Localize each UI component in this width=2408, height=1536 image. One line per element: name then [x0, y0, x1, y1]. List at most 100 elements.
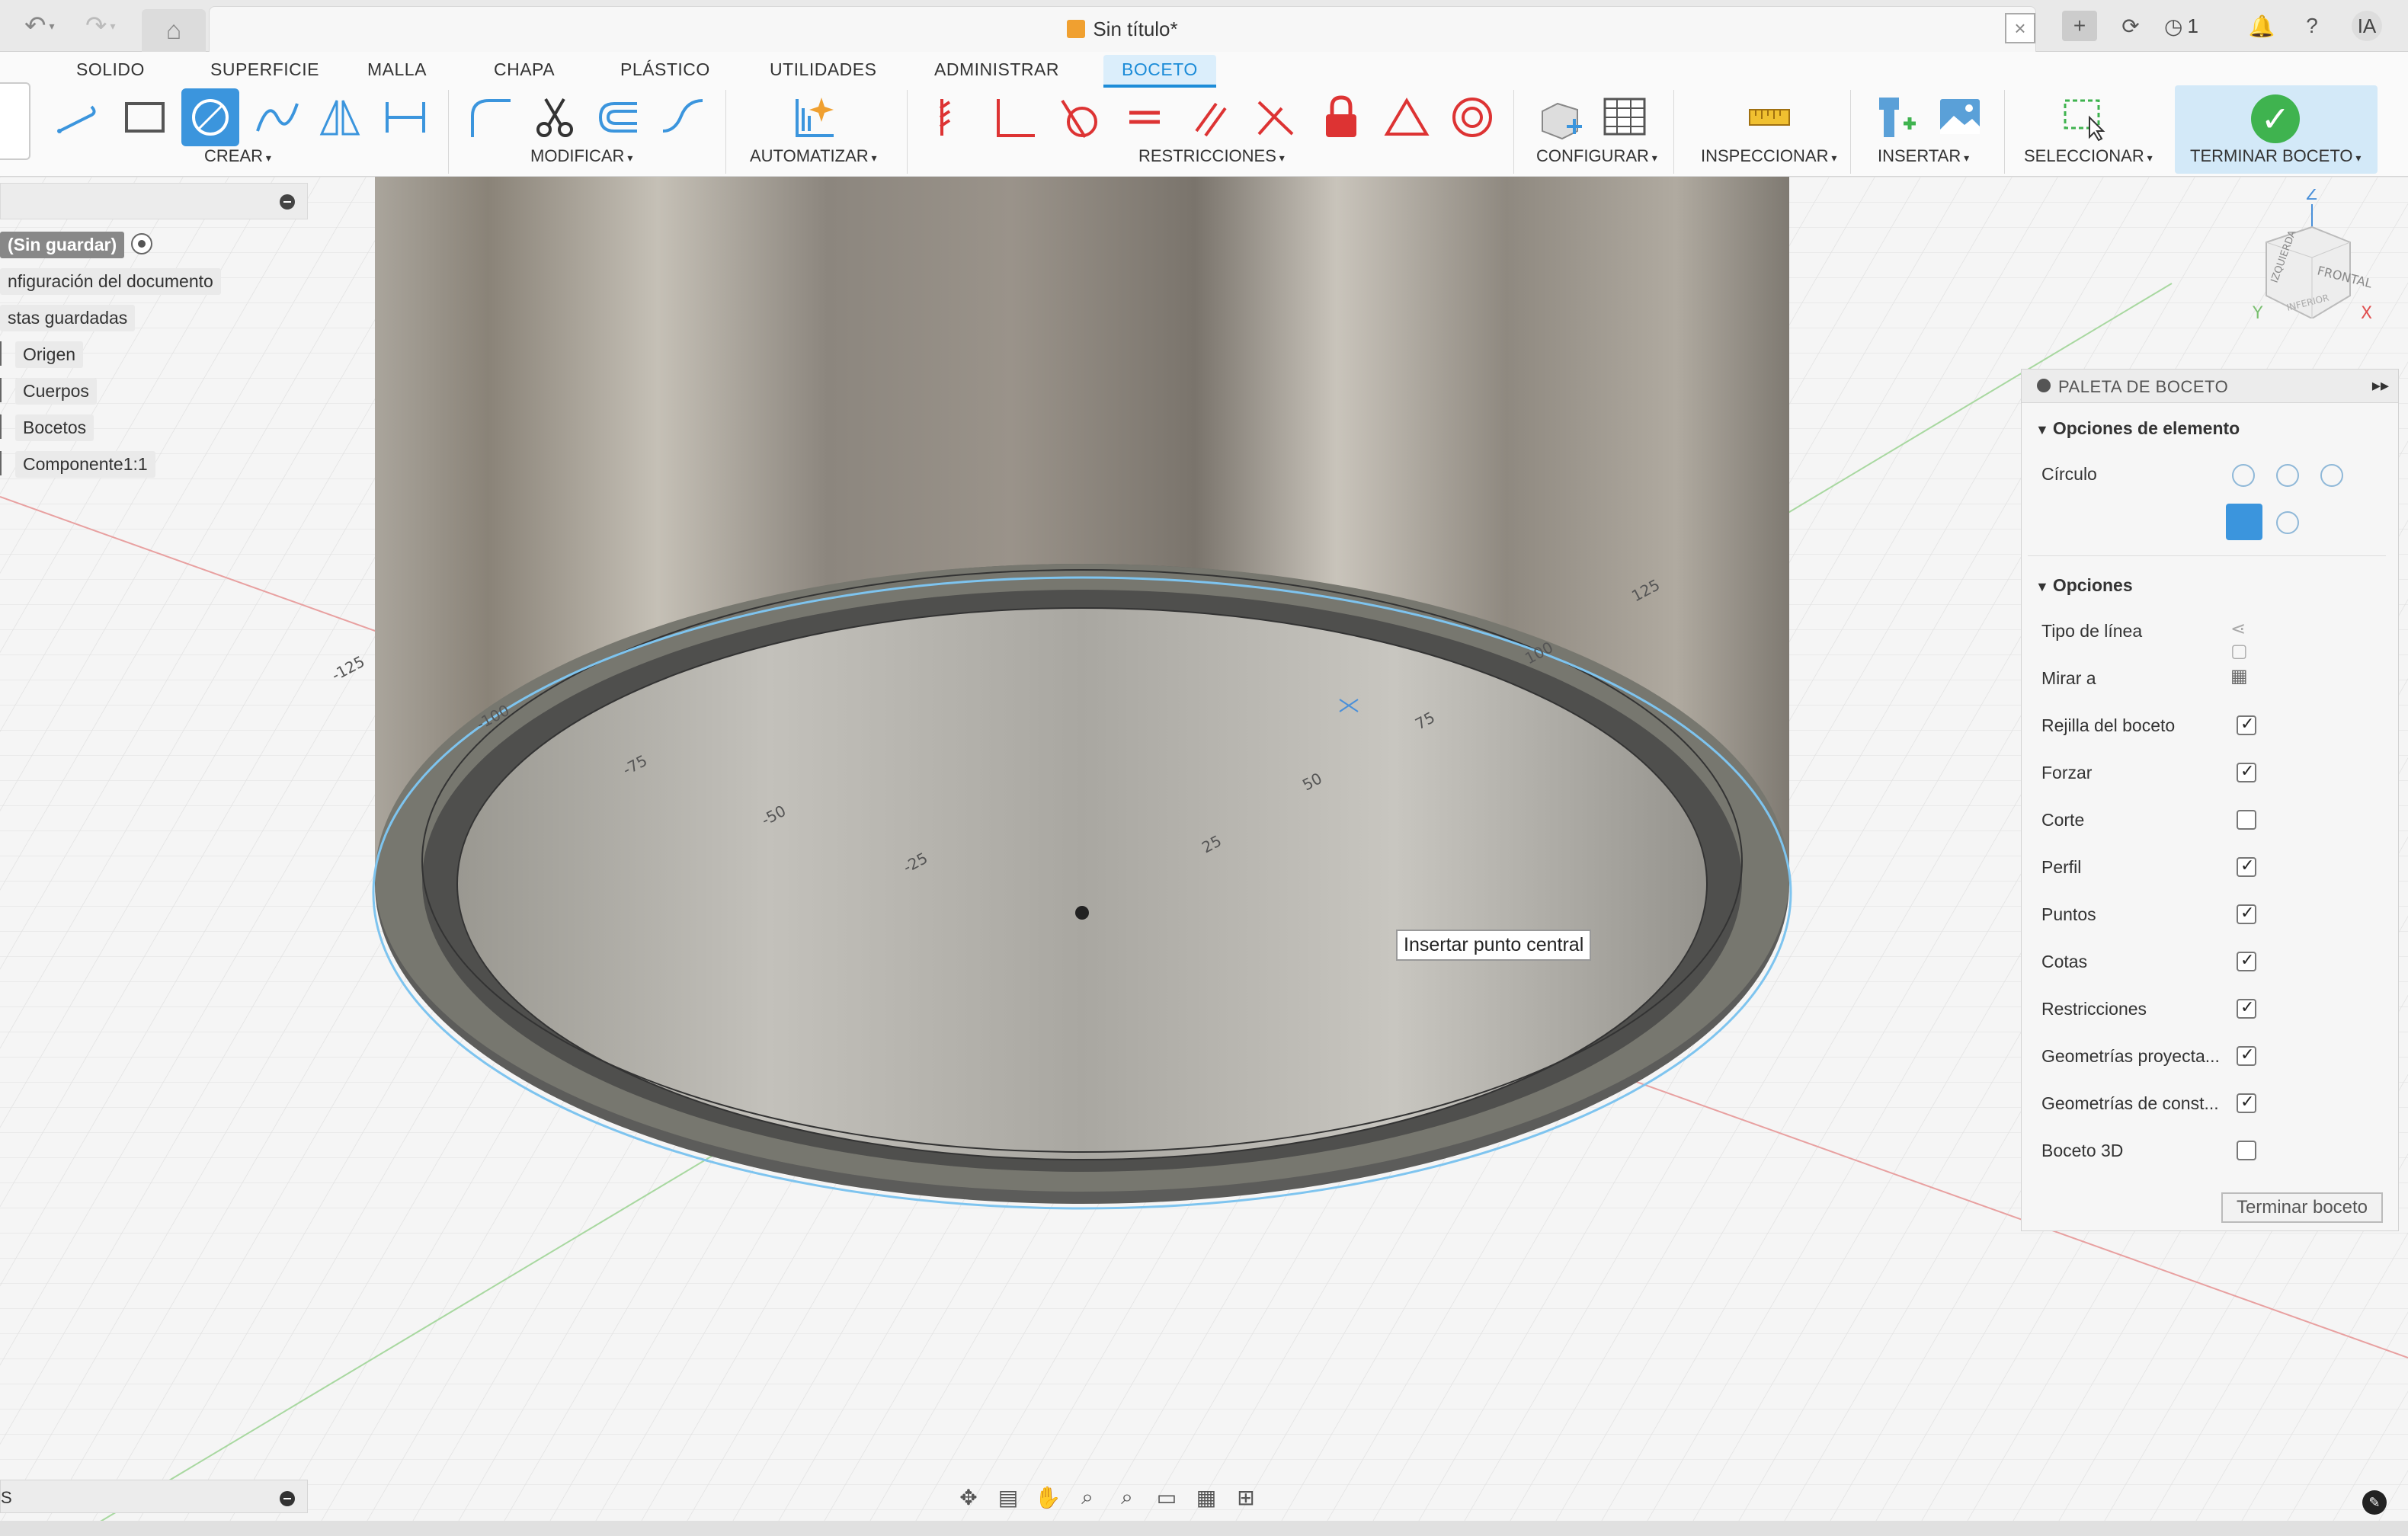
equal-constraint-icon[interactable]: [1116, 88, 1174, 146]
notifications-icon[interactable]: 🔔: [2246, 11, 2277, 41]
group-constraints[interactable]: RESTRICCIONES: [1138, 146, 1285, 166]
collapse-icon[interactable]: [280, 194, 295, 210]
tab-utilities[interactable]: UTILIDADES: [765, 55, 881, 85]
center-diameter-circle-icon[interactable]: [2232, 464, 2255, 487]
rectangle-tool-icon[interactable]: [116, 88, 174, 146]
tab-sheet-metal[interactable]: CHAPA: [489, 55, 559, 85]
zoom-icon[interactable]: ⌕: [1071, 1481, 1103, 1513]
grid-settings-icon[interactable]: ▦: [1190, 1481, 1222, 1513]
configure-table-icon[interactable]: [1596, 88, 1654, 146]
feedback-icon[interactable]: ✎: [2362, 1490, 2387, 1515]
browser-item-origin[interactable]: Origen: [15, 341, 84, 368]
snap-checkbox[interactable]: [2237, 761, 2256, 782]
dimension-tool-icon[interactable]: [376, 88, 434, 146]
dimensions-checkbox[interactable]: [2237, 950, 2256, 971]
home-icon[interactable]: ⌂: [142, 9, 206, 52]
look-at-icon[interactable]: ▤: [992, 1481, 1024, 1513]
browser-header[interactable]: [0, 183, 308, 219]
three-point-circle-icon[interactable]: [2320, 464, 2343, 487]
coincident-constraint-icon[interactable]: [1247, 88, 1305, 146]
linetype-icon[interactable]: ⋖ ▢: [2230, 618, 2258, 661]
insert-image-icon[interactable]: [1931, 88, 1989, 146]
measure-tool-icon[interactable]: [1740, 88, 1798, 146]
section-options[interactable]: Opciones: [2035, 575, 2133, 596]
finish-sketch-palette-button[interactable]: Terminar boceto: [2221, 1192, 2383, 1223]
data-panel-toggle[interactable]: [0, 82, 30, 160]
insert-mcmaster-icon[interactable]: [1865, 88, 1923, 146]
select-window-icon[interactable]: [2054, 88, 2112, 146]
construction-geometry-checkbox[interactable]: [2237, 1092, 2256, 1113]
mirror-tool-icon[interactable]: [311, 88, 369, 146]
configure-tool-icon[interactable]: [1532, 88, 1590, 146]
triangle-constraint-icon[interactable]: [1378, 88, 1436, 146]
tangent-circle-icon[interactable]: [2276, 511, 2299, 534]
group-inspect[interactable]: INSPECCIONAR: [1701, 146, 1836, 166]
automate-tool-icon[interactable]: [785, 88, 843, 146]
tab-mesh[interactable]: MALLA: [363, 55, 431, 85]
tab-plastic[interactable]: PLÁSTICO: [616, 55, 715, 85]
group-configure[interactable]: CONFIGURAR: [1536, 146, 1657, 166]
perpendicular-constraint-icon[interactable]: [986, 88, 1044, 146]
points-checkbox[interactable]: [2237, 903, 2256, 924]
group-create[interactable]: CREAR: [204, 146, 271, 166]
group-insert[interactable]: INSERTAR: [1878, 146, 1969, 166]
line-tool-icon[interactable]: [49, 88, 107, 146]
zoom-window-icon[interactable]: ⌕: [1111, 1481, 1143, 1513]
orbit-icon[interactable]: ✥: [953, 1481, 985, 1513]
sketch-grid-checkbox[interactable]: [2237, 714, 2256, 735]
3d-sketch-checkbox[interactable]: [2237, 1141, 2256, 1160]
fix-constraint-icon[interactable]: [922, 88, 980, 146]
document-tab[interactable]: Sin título* ×: [209, 6, 2036, 52]
slice-checkbox[interactable]: [2237, 810, 2256, 830]
browser-root[interactable]: (Sin guardar): [0, 232, 125, 258]
concentric-constraint-icon[interactable]: [1443, 88, 1501, 146]
cylinder-bottom-face[interactable]: [457, 608, 1707, 1160]
help-icon[interactable]: ?: [2297, 11, 2327, 41]
fillet-tool-icon[interactable]: [460, 88, 518, 146]
expand-icon[interactable]: ▸▸: [2372, 376, 2389, 395]
close-tab-icon[interactable]: ×: [2005, 13, 2035, 43]
add-comment-icon[interactable]: [280, 1491, 295, 1506]
collapse-icon[interactable]: [2037, 379, 2051, 392]
spline-tool-icon[interactable]: [248, 88, 306, 146]
group-automate[interactable]: AUTOMATIZAR: [750, 146, 877, 166]
parallel-constraint-icon[interactable]: [1181, 88, 1239, 146]
browser-item-named-views[interactable]: stas guardadas: [0, 305, 136, 331]
pan-hand-icon[interactable]: ✋: [1032, 1481, 1064, 1513]
extend-tool-icon[interactable]: [654, 88, 712, 146]
view-cube[interactable]: Z FRONTAL IZQUIERDA INFERIOR X Y: [2251, 185, 2374, 323]
profile-checkbox[interactable]: [2237, 856, 2256, 877]
tab-surface[interactable]: SUPERFICIE: [206, 55, 324, 85]
two-point-circle-icon[interactable]: [2276, 464, 2299, 487]
offset-tool-icon[interactable]: [590, 88, 648, 146]
browser-item-component[interactable]: Componente1:1: [15, 451, 155, 478]
trim-scissors-icon[interactable]: [526, 88, 584, 146]
tab-solid[interactable]: SOLIDO: [72, 55, 149, 85]
redo-icon[interactable]: ↷ ▾: [85, 8, 116, 44]
group-select[interactable]: SELECCIONAR: [2024, 146, 2153, 166]
browser-item-document-settings[interactable]: nfiguración del documento: [0, 268, 221, 295]
tangent-constraint-icon[interactable]: [1050, 88, 1108, 146]
tab-sketch[interactable]: BOCETO: [1103, 55, 1216, 88]
center-radius-circle-icon[interactable]: [2226, 504, 2262, 540]
display-settings-icon[interactable]: ▭: [1151, 1481, 1183, 1513]
job-status[interactable]: ◷ 1: [2164, 11, 2225, 41]
sync-icon[interactable]: ⟳: [2115, 11, 2146, 41]
active-radio-icon[interactable]: [131, 233, 152, 254]
undo-icon[interactable]: ↶ ▾: [24, 8, 55, 44]
circle-tool-icon[interactable]: [181, 88, 239, 146]
user-avatar[interactable]: IA: [2352, 11, 2382, 41]
look-at-icon[interactable]: ▦: [2230, 665, 2258, 690]
sketch-center-point[interactable]: [1075, 906, 1089, 920]
group-modify[interactable]: MODIFICAR: [530, 146, 632, 166]
browser-item-bodies[interactable]: Cuerpos: [15, 378, 97, 405]
browser-item-sketches[interactable]: Bocetos: [15, 414, 94, 441]
new-tab-icon[interactable]: +: [2062, 11, 2097, 41]
palette-header[interactable]: PALETA DE BOCETO ▸▸: [2022, 370, 2398, 403]
tab-manage[interactable]: ADMINISTRAR: [930, 55, 1064, 85]
lock-icon[interactable]: [1312, 88, 1370, 146]
section-element-options[interactable]: Opciones de elemento: [2035, 418, 2240, 439]
constraints-checkbox[interactable]: [2237, 997, 2256, 1019]
comments-panel[interactable]: S: [0, 1480, 308, 1513]
group-finish-sketch[interactable]: TERMINAR BOCETO: [2190, 146, 2361, 166]
